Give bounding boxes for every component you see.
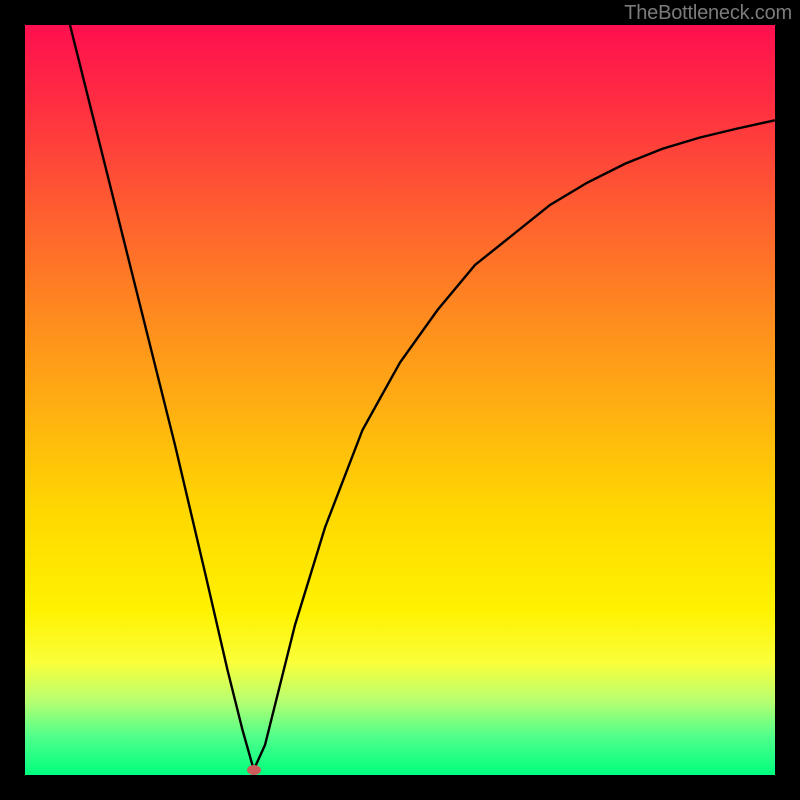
curve-svg [25,25,775,775]
plot-area [25,25,775,775]
min-marker [247,765,261,775]
watermark-text: TheBottleneck.com [624,2,792,25]
bottleneck-curve [70,25,775,770]
chart-frame: TheBottleneck.com [0,0,800,800]
